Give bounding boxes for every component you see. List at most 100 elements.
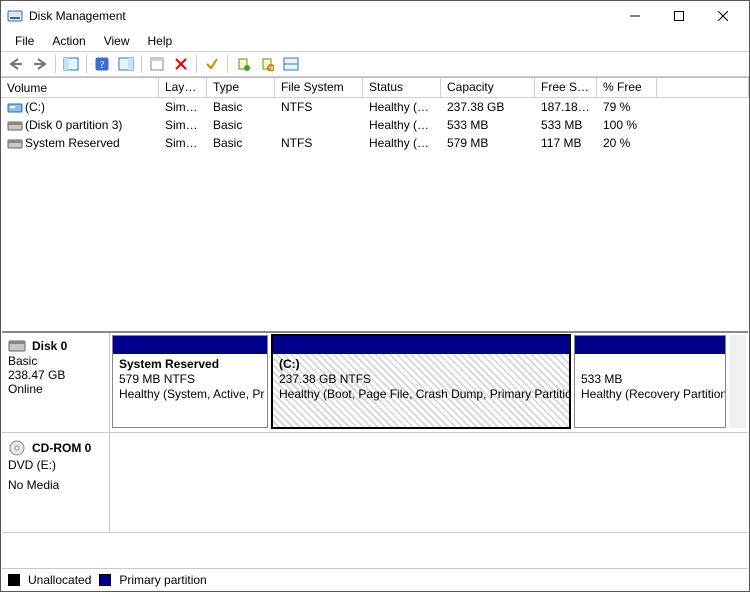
disk-row: Disk 0Basic238.47 GBOnlineSystem Reserve… — [2, 333, 748, 433]
cell-type: Basic — [207, 136, 275, 150]
cell-capacity: 237.38 GB — [441, 100, 535, 114]
partition[interactable]: (C:)237.38 GB NTFSHealthy (Boot, Page Fi… — [272, 335, 570, 428]
col-status[interactable]: Status — [363, 78, 441, 97]
maximize-button[interactable] — [657, 2, 701, 30]
disk-label[interactable]: CD-ROM 0 DVD (E:) No Media — [2, 433, 110, 532]
volume-list-header: Volume Layout Type File System Status Ca… — [1, 78, 749, 98]
col-pctfree[interactable]: % Free — [597, 78, 657, 97]
close-button[interactable] — [701, 2, 745, 30]
volume-row[interactable]: (C:)SimpleBasicNTFSHealthy (B...237.38 G… — [1, 98, 749, 116]
cell-status: Healthy (B... — [363, 100, 441, 114]
volume-row[interactable]: System Reserved SimpleBasicNTFSHealthy (S… — [1, 134, 749, 152]
col-tail[interactable] — [657, 78, 749, 97]
window-title: Disk Management — [29, 9, 126, 23]
cell-layout: Simple — [159, 136, 207, 150]
swatch-primary-icon — [99, 574, 111, 586]
legend-unallocated: Unallocated — [28, 573, 91, 587]
cell-layout: Simple — [159, 118, 207, 132]
volume-name: (Disk 0 partition 3) — [25, 118, 122, 132]
legend-primary: Primary partition — [119, 573, 206, 587]
toolbar: ? — [1, 51, 749, 77]
disk-kind: DVD (E:) — [8, 458, 103, 472]
back-button[interactable] — [5, 54, 27, 74]
col-layout[interactable]: Layout — [159, 78, 207, 97]
col-type[interactable]: Type — [207, 78, 275, 97]
partition-status: Healthy (Boot, Page File, Crash Dump, Pr… — [279, 387, 563, 402]
forward-button[interactable] — [29, 54, 51, 74]
menu-view[interactable]: View — [98, 33, 136, 49]
cell-capacity: 533 MB — [441, 118, 535, 132]
partition-stripe-icon — [273, 336, 569, 354]
action-button-1[interactable] — [232, 54, 254, 74]
minimize-button[interactable] — [613, 2, 657, 30]
partition-stripe-icon — [113, 336, 267, 354]
volume-name: (C:) — [25, 100, 45, 114]
partition[interactable]: 533 MBHealthy (Recovery Partition) — [574, 335, 726, 428]
partition-size: 579 MB NTFS — [119, 372, 261, 387]
partition-title: System Reserved — [119, 357, 261, 372]
col-free[interactable]: Free Sp... — [535, 78, 597, 97]
disk-size: 238.47 GB — [8, 368, 103, 382]
menu-file[interactable]: File — [9, 33, 40, 49]
separator-icon — [86, 55, 87, 73]
separator-icon — [227, 55, 228, 73]
volume-icon — [7, 138, 21, 148]
refresh-button[interactable] — [146, 54, 168, 74]
menu-bar: File Action View Help — [1, 31, 749, 51]
col-filesystem[interactable]: File System — [275, 78, 363, 97]
col-volume[interactable]: Volume — [1, 78, 159, 97]
volume-row[interactable]: (Disk 0 partition 3) SimpleBasic Healthy (… — [1, 116, 749, 134]
volume-icon — [7, 120, 21, 130]
show-hide-console-tree-button[interactable] — [60, 54, 82, 74]
cell-pctfree: 20 % — [597, 136, 657, 150]
volume-name: System Reserved — [25, 136, 120, 150]
scrollbar-stub[interactable] — [730, 335, 746, 428]
disk-icon — [8, 339, 26, 353]
separator-icon — [141, 55, 142, 73]
svg-text:?: ? — [100, 60, 105, 71]
cell-filesystem: NTFS — [275, 136, 363, 150]
volume-icon — [7, 102, 21, 112]
partition-size: 533 MB — [581, 372, 719, 387]
cell-pctfree: 79 % — [597, 100, 657, 114]
partition-stripe-icon — [575, 336, 725, 354]
disk-row: CD-ROM 0 DVD (E:) No Media — [2, 433, 748, 533]
col-capacity[interactable]: Capacity — [441, 78, 535, 97]
apply-button[interactable] — [201, 54, 223, 74]
partitions: System Reserved579 MB NTFSHealthy (Syste… — [110, 333, 748, 432]
title-bar: Disk Management — [1, 1, 749, 31]
menu-action[interactable]: Action — [46, 33, 91, 49]
app-icon — [7, 8, 23, 24]
action-button-2[interactable] — [256, 54, 278, 74]
disk-state: Online — [8, 382, 103, 396]
cell-free: 187.18 GB — [535, 100, 597, 114]
partition-status: Healthy (System, Active, Pr — [119, 387, 261, 402]
menu-help[interactable]: Help — [142, 33, 179, 49]
disk-title: CD-ROM 0 — [32, 441, 91, 455]
cell-status: Healthy (S... — [363, 136, 441, 150]
cell-free: 117 MB — [535, 136, 597, 150]
cell-capacity: 579 MB — [441, 136, 535, 150]
cell-pctfree: 100 % — [597, 118, 657, 132]
cell-free: 533 MB — [535, 118, 597, 132]
action-button-3[interactable] — [280, 54, 302, 74]
cell-type: Basic — [207, 118, 275, 132]
partition[interactable]: System Reserved579 MB NTFSHealthy (Syste… — [112, 335, 268, 428]
disk-kind: Basic — [8, 354, 103, 368]
partition-size: 237.38 GB NTFS — [279, 372, 563, 387]
disk-label[interactable]: Disk 0Basic238.47 GBOnline — [2, 333, 110, 432]
legend-bar: Unallocated Primary partition — [2, 568, 748, 590]
cdrom-icon — [8, 439, 26, 457]
volume-list: Volume Layout Type File System Status Ca… — [1, 77, 749, 152]
disk-state: No Media — [8, 478, 103, 492]
disk-title: Disk 0 — [32, 339, 67, 353]
separator-icon — [55, 55, 56, 73]
separator-icon — [196, 55, 197, 73]
partition-title: (C:) — [279, 357, 563, 372]
disk-graphical-pane: Disk 0Basic238.47 GBOnlineSystem Reserve… — [2, 331, 748, 533]
partitions — [110, 433, 748, 532]
delete-button[interactable] — [170, 54, 192, 74]
show-hide-action-pane-button[interactable] — [115, 54, 137, 74]
cell-status: Healthy (R... — [363, 118, 441, 132]
help-button[interactable]: ? — [91, 54, 113, 74]
